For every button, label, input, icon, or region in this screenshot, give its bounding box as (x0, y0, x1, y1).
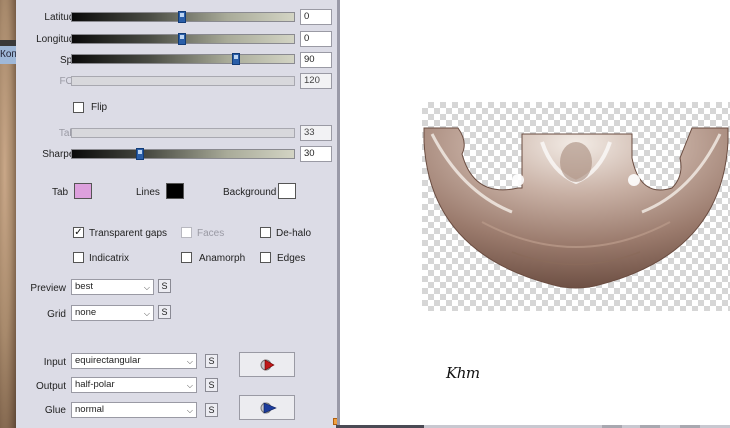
preview-select[interactable]: best ⌵ (71, 279, 154, 295)
grid-select[interactable]: none ⌵ (71, 305, 154, 321)
longitude-slider[interactable] (71, 33, 295, 45)
lines-color-label: Lines (136, 187, 160, 198)
longitude-value-field[interactable]: 0 (300, 31, 332, 47)
latitude-value-field[interactable]: 0 (300, 9, 332, 25)
edges-label: Edges (277, 253, 306, 264)
transparent-gaps-checkbox[interactable]: ✓ (73, 227, 84, 238)
lines-color-swatch[interactable] (166, 183, 184, 199)
faces-checkbox (181, 227, 192, 238)
preview-label: Preview (30, 283, 66, 294)
spin-slider[interactable] (71, 53, 295, 65)
tabs-value-field: 33 (300, 125, 332, 141)
input-s-button[interactable]: S (205, 354, 218, 368)
sharpen-slider-thumb[interactable] (136, 148, 144, 160)
indicatrix-checkbox[interactable] (73, 252, 84, 263)
dropdown-arrow-icon: ⌵ (143, 309, 150, 318)
half-polar-preview-image (423, 127, 729, 289)
tab-color-swatch[interactable] (74, 183, 92, 199)
spin-value-field[interactable]: 90 (300, 52, 332, 68)
glue-label: Glue (44, 405, 66, 416)
dropdown-arrow-icon: ⌵ (186, 381, 193, 390)
sharpen-value-field[interactable]: 30 (300, 146, 332, 162)
output-select-value: half-polar (75, 379, 115, 390)
render-icon (260, 402, 277, 414)
transparency-checkerboard (422, 102, 730, 311)
tab-color-label: Tab (52, 187, 69, 198)
sharpen-slider[interactable] (71, 148, 295, 160)
dropdown-arrow-icon: ⌵ (186, 406, 193, 415)
input-select[interactable]: equirectangular ⌵ (71, 353, 197, 369)
grid-s-button[interactable]: S (158, 305, 171, 319)
input-label: Input (43, 357, 66, 368)
de-halo-label: De-halo (276, 228, 312, 239)
settings-panel: Latitude 0 Longitude 0 Spin 90 FOV 120 F… (16, 0, 341, 428)
latitude-slider-thumb[interactable] (178, 11, 186, 23)
output-s-button[interactable]: S (205, 378, 218, 392)
preview-select-value: best (75, 281, 93, 292)
glue-s-button[interactable]: S (205, 403, 218, 417)
preview-render-button[interactable] (239, 352, 295, 377)
glue-select[interactable]: normal ⌵ (71, 402, 197, 418)
background-app-strip: Копі (0, 0, 16, 428)
anamorph-label: Anamorph (199, 253, 246, 264)
anamorph-checkbox[interactable] (181, 252, 192, 263)
preview-s-button[interactable]: S (158, 279, 171, 293)
apply-render-button[interactable] (239, 395, 295, 420)
longitude-slider-thumb[interactable] (178, 33, 186, 45)
play-icon (260, 359, 275, 371)
tabs-slider (71, 128, 295, 138)
transparent-gaps-label: Transparent gaps (89, 228, 168, 239)
indicatrix-label: Indicatrix (89, 253, 130, 264)
background-color-label: Background (223, 187, 277, 198)
edges-checkbox[interactable] (260, 252, 271, 263)
spin-slider-thumb[interactable] (232, 53, 240, 65)
grid-label: Grid (47, 309, 66, 320)
fov-value-field: 120 (300, 73, 332, 89)
grid-select-value: none (75, 307, 97, 318)
check-icon: ✓ (74, 227, 83, 238)
glue-select-value: normal (75, 404, 105, 415)
flip-label: Flip (91, 102, 108, 113)
flip-checkbox[interactable] (73, 102, 84, 113)
preview-canvas[interactable]: Khm (340, 0, 730, 425)
faces-label: Faces (197, 228, 225, 239)
background-window-tab[interactable]: Копі (0, 46, 16, 64)
output-label: Output (35, 381, 66, 392)
input-select-value: equirectangular (75, 355, 141, 366)
dropdown-arrow-icon: ⌵ (143, 283, 150, 292)
latitude-slider[interactable] (71, 11, 295, 23)
output-select[interactable]: half-polar ⌵ (71, 377, 197, 393)
background-color-swatch[interactable] (278, 183, 296, 199)
artist-signature: Khm (446, 364, 480, 382)
de-halo-checkbox[interactable] (260, 227, 271, 238)
dropdown-arrow-icon: ⌵ (186, 357, 193, 366)
fov-slider (71, 76, 295, 86)
